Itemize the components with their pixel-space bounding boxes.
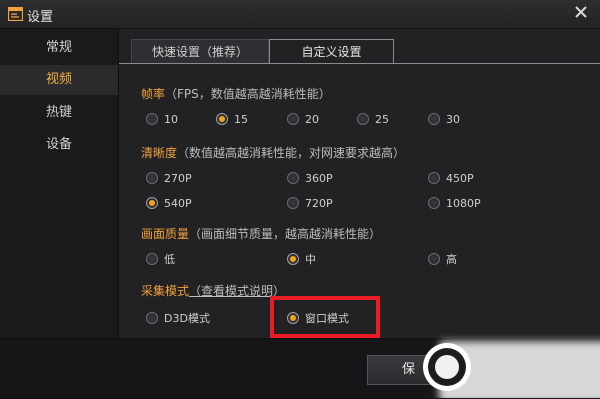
radio-button[interactable] [428, 253, 440, 265]
radio-button[interactable] [428, 197, 440, 209]
radio-button-selected[interactable] [287, 253, 299, 265]
tab-custom-settings[interactable]: 自定义设置 [269, 39, 394, 64]
sidebar-item-general[interactable]: 常规 [0, 33, 118, 63]
sidebar-item-hotkeys[interactable]: 热键 [0, 98, 118, 128]
radio-button[interactable] [146, 312, 158, 324]
resolution-option-1080p[interactable]: 1080P [428, 197, 481, 211]
tab-bar: 快速设置（推荐） 自定义设置 [119, 29, 600, 65]
radio-button[interactable] [146, 172, 158, 184]
resolution-option-270p[interactable]: 270P [146, 172, 192, 186]
sidebar: 常规 视频 热键 设备 [0, 29, 119, 338]
radio-button[interactable] [428, 172, 440, 184]
resolution-section-title: 清晰度（数值越高越消耗性能，对网速要求越高） [141, 146, 406, 160]
watermark-logo [423, 341, 600, 398]
resolution-option-450p[interactable]: 450P [428, 172, 474, 186]
radio-button[interactable] [287, 197, 299, 209]
fps-section-title: 帧率（FPS，数值越高越消耗性能） [141, 87, 331, 101]
fps-option-15[interactable]: 15 [216, 113, 248, 127]
sidebar-item-devices[interactable]: 设备 [0, 130, 118, 160]
close-button[interactable] [562, 0, 600, 26]
sidebar-item-video[interactable]: 视频 [0, 65, 118, 95]
radio-button[interactable] [357, 113, 369, 125]
radio-button[interactable] [146, 113, 158, 125]
close-icon [575, 5, 587, 21]
radio-button[interactable] [287, 172, 299, 184]
window-title: 设置 [27, 10, 54, 25]
highlight-annotation-box [270, 296, 380, 338]
tab-divider [119, 63, 600, 64]
resolution-option-360p[interactable]: 360P [287, 172, 333, 186]
quality-option-high[interactable]: 高 [428, 253, 457, 267]
quality-option-medium[interactable]: 中 [287, 253, 316, 267]
tab-quick-settings[interactable]: 快速设置（推荐） [131, 39, 269, 64]
quality-option-low[interactable]: 低 [146, 253, 175, 267]
quality-section-title: 画面质量（画面细节质量，越高越消耗性能） [141, 227, 382, 241]
resolution-option-720p[interactable]: 720P [287, 197, 333, 211]
capture-option-d3d[interactable]: D3D模式 [146, 312, 210, 326]
fps-option-20[interactable]: 20 [287, 113, 319, 127]
settings-window-icon [7, 6, 24, 22]
radio-button-selected[interactable] [216, 113, 228, 125]
fps-option-30[interactable]: 30 [428, 113, 460, 127]
radio-button-selected[interactable] [146, 197, 158, 209]
fps-option-10[interactable]: 10 [146, 113, 178, 127]
radio-button[interactable] [428, 113, 440, 125]
capture-section-title: 采集模式（查看模式说明） [141, 284, 286, 298]
radio-button[interactable] [287, 113, 299, 125]
radio-button[interactable] [146, 253, 158, 265]
title-bar: 设置 [0, 0, 600, 29]
resolution-option-540p[interactable]: 540P [146, 197, 192, 211]
fps-option-25[interactable]: 25 [357, 113, 389, 127]
